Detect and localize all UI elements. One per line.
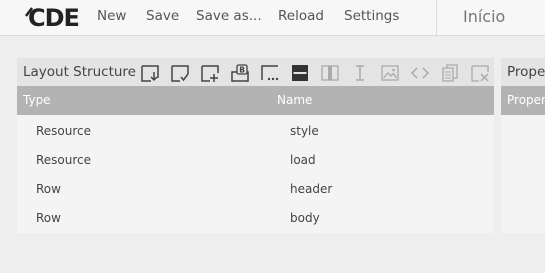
- add-bootstrap-panel-icon[interactable]: B: [230, 63, 250, 83]
- table-row[interactable]: Row body: [17, 202, 494, 231]
- add-row-icon[interactable]: [260, 63, 280, 83]
- logo-text: CDE: [28, 4, 80, 32]
- row-name: body: [290, 211, 320, 225]
- properties-table-header: Proper: [501, 86, 545, 115]
- row-name: header: [290, 182, 333, 196]
- properties-panel-header: Prope: [501, 58, 545, 86]
- apply-template-icon[interactable]: [170, 63, 190, 83]
- column-header-name: Name: [277, 93, 313, 107]
- table-row[interactable]: Resource load: [17, 144, 494, 173]
- add-space-icon[interactable]: [320, 63, 340, 83]
- menu-save[interactable]: Save: [146, 8, 179, 24]
- row-type: Resource: [36, 124, 92, 138]
- svg-text:B: B: [239, 66, 245, 75]
- save-template-icon[interactable]: [140, 63, 160, 83]
- row-type: Resource: [36, 153, 92, 167]
- delete-icon[interactable]: [470, 63, 490, 83]
- table-header: Type Name: [17, 86, 494, 115]
- add-resource-icon[interactable]: [200, 63, 220, 83]
- column-header-property: Proper: [507, 93, 545, 107]
- duplicate-icon[interactable]: [440, 63, 460, 83]
- menu-settings[interactable]: Settings: [344, 8, 399, 24]
- add-image-icon[interactable]: [380, 63, 400, 83]
- column-header-type: Type: [23, 93, 51, 107]
- page-title: Início: [463, 7, 506, 26]
- menu-new[interactable]: New: [97, 8, 126, 24]
- row-name: load: [290, 153, 316, 167]
- cde-logo[interactable]: CDE: [24, 3, 80, 32]
- add-text-icon[interactable]: [350, 63, 370, 83]
- table-row[interactable]: Resource style: [17, 115, 494, 144]
- menu-divider: [436, 0, 437, 35]
- add-columns-icon[interactable]: [290, 63, 310, 83]
- menu-save-as[interactable]: Save as...: [196, 8, 262, 24]
- row-name: style: [290, 124, 319, 138]
- properties-panel: Prope Proper: [501, 58, 545, 233]
- row-type: Row: [36, 211, 61, 225]
- row-type: Row: [36, 182, 61, 196]
- add-html-icon[interactable]: [410, 63, 430, 83]
- panel-toolbar: Layout Structure B: [17, 58, 494, 86]
- menu-reload[interactable]: Reload: [278, 8, 324, 24]
- layout-structure-panel: Layout Structure B Type Name Resource st…: [17, 58, 494, 233]
- properties-panel-title: Prope: [507, 64, 545, 80]
- panel-title: Layout Structure: [23, 64, 136, 80]
- top-bar: CDE New Save Save as... Reload Settings …: [0, 0, 545, 36]
- table-row[interactable]: Row header: [17, 173, 494, 202]
